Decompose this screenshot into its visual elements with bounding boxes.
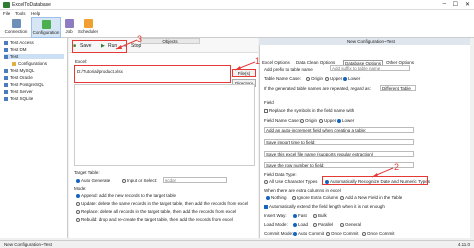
options-panel-title: New Configuration~Test: [259, 38, 470, 45]
tree-item[interactable]: Test DM: [4, 47, 27, 52]
load-parallel-radio[interactable]: Parallel: [313, 222, 333, 227]
field-case-lower-radio[interactable]: Lower: [337, 118, 354, 123]
menu-bar: File Tools Help: [0, 10, 474, 17]
extend-length-checkbox[interactable]: Automatically extend the field length wh…: [264, 204, 385, 209]
auto-increment-input[interactable]: Add an auto-increment field when creatin…: [264, 127, 414, 133]
extra-columns-label: When there are extra columns in excel: [264, 188, 341, 193]
connection-tree: Test Access Test DM Test Configurations …: [0, 38, 68, 238]
insert-bulk-radio[interactable]: Bulk: [313, 213, 327, 218]
job-button[interactable]: Job: [62, 17, 76, 38]
scheduler-button[interactable]: Scheduler: [77, 17, 99, 38]
configuration-button[interactable]: Configuration: [31, 17, 61, 38]
objects-tab[interactable]: Objects: [140, 38, 200, 44]
sheet-name-input[interactable]: Save this excel file name (supports regu…: [264, 151, 414, 157]
input-select-radio[interactable]: Input or Select:: [122, 178, 157, 183]
field-data-type-label: Field Data Type:: [264, 172, 297, 177]
row-number-input[interactable]: Save the row number to field:: [264, 162, 414, 168]
scheduler-icon: [83, 19, 93, 28]
replace-symbols-checkbox[interactable]: Replace the symbols in the field name wi…: [264, 108, 354, 113]
callout-3: 3: [137, 34, 143, 44]
menu-help[interactable]: Help: [31, 11, 40, 16]
excel-path-value: D:/Tutorial/product.xlsx: [77, 69, 123, 74]
add-files-button[interactable]: File(s): [232, 69, 256, 77]
commit-mode-label: Commit Mode:: [264, 231, 294, 236]
load-general-radio[interactable]: General: [340, 222, 361, 227]
extra-add-field-radio[interactable]: Add a New Field in the Table: [340, 195, 402, 200]
maximize-icon[interactable]: ☐: [453, 1, 458, 8]
menu-file[interactable]: File: [3, 11, 10, 16]
table-name-case-label: Table Name Case:: [264, 76, 302, 81]
insert-fast-radio[interactable]: Fast: [293, 213, 307, 218]
status-bar: New Configuration~Test 4.11.0: [0, 240, 474, 248]
tree-item[interactable]: Test Oracle: [4, 75, 33, 80]
case-origin-radio[interactable]: Origin: [306, 76, 323, 81]
mode-rebuild-radio[interactable]: Rebuild: drop and re-create the target t…: [76, 217, 233, 222]
connection-button[interactable]: Connection: [2, 17, 30, 38]
all-character-types-radio[interactable]: All Use Character Types: [264, 179, 317, 184]
annotation-box: [322, 176, 428, 185]
extra-nothing-radio[interactable]: Nothing: [266, 195, 287, 200]
tree-item-selected[interactable]: Test: [4, 54, 64, 59]
title-bar: ExcelToDatabase – ☐ ✕: [0, 0, 474, 10]
file-list[interactable]: [74, 84, 255, 166]
field-name-case-label: Field Name Case:: [264, 118, 301, 123]
suffix-input[interactable]: Add suffix to table name: [330, 65, 410, 71]
tree-item[interactable]: Test Server: [4, 89, 33, 94]
load-mode-label: Load Mode:: [264, 222, 288, 227]
menu-tools[interactable]: Tools: [15, 11, 26, 16]
tree-item-configurations[interactable]: Configurations: [12, 61, 47, 66]
tree-item[interactable]: Test PostgreSQL: [4, 82, 44, 87]
mode-append-radio[interactable]: Append: add the new records to the targe…: [76, 193, 176, 198]
app-logo-icon: [3, 2, 10, 8]
version-text: 4.11.0: [457, 242, 470, 247]
configuration-icon: [41, 20, 51, 29]
callout-2: 2: [394, 162, 400, 172]
tree-item[interactable]: Test Access: [4, 40, 34, 45]
excel-label: Excel:: [75, 59, 88, 64]
main-toolbar: Connection Configuration Job Scheduler: [0, 17, 474, 38]
tree-item[interactable]: Test MySQL: [4, 68, 35, 73]
mode-label: Mode:: [74, 186, 87, 191]
case-lower-radio[interactable]: Lower: [343, 76, 360, 81]
annotation-box: [72, 40, 127, 53]
mode-update-radio[interactable]: Update: delete the same records in the t…: [76, 201, 248, 206]
case-upper-radio[interactable]: Upper: [325, 76, 342, 81]
insert-way-label: Insert Way:: [264, 213, 287, 218]
field-section-label: Field: [264, 100, 274, 105]
auto-generate-radio[interactable]: Auto Generate: [76, 178, 110, 183]
callout-1: 1: [255, 56, 261, 66]
commit-auto-radio[interactable]: Auto Commit: [293, 231, 324, 236]
target-table-input[interactable]: scdor: [163, 177, 227, 183]
job-icon: [64, 19, 74, 28]
tree-item[interactable]: Test SQLite: [4, 96, 33, 101]
status-text: New Configuration~Test: [4, 242, 52, 247]
minimize-icon[interactable]: –: [443, 1, 446, 7]
extra-ignore-radio[interactable]: Ignore Extra Column: [292, 195, 338, 200]
load-load-radio[interactable]: Load: [293, 222, 308, 227]
mode-replace-radio[interactable]: Replace: delete all records in the targe…: [76, 209, 236, 214]
import-time-input[interactable]: Save import time to field:: [264, 139, 414, 145]
commit-once-radio[interactable]: Once Commit: [326, 231, 359, 236]
commit-once-radio-2[interactable]: Once Commit: [362, 231, 395, 236]
close-icon[interactable]: ✕: [465, 1, 470, 8]
repeated-names-label: If the generated table names are repeate…: [264, 86, 371, 91]
connection-icon: [11, 19, 21, 28]
excel-path-input[interactable]: D:/Tutorial/product.xlsx: [74, 65, 231, 83]
target-table-label: Target Table:: [74, 170, 100, 175]
repeated-names-select[interactable]: Different Table: [380, 85, 416, 91]
field-case-upper-radio[interactable]: Upper: [319, 118, 336, 123]
field-case-origin-radio[interactable]: Origin: [300, 118, 317, 123]
window-title: ExcelToDatabase: [12, 2, 51, 8]
